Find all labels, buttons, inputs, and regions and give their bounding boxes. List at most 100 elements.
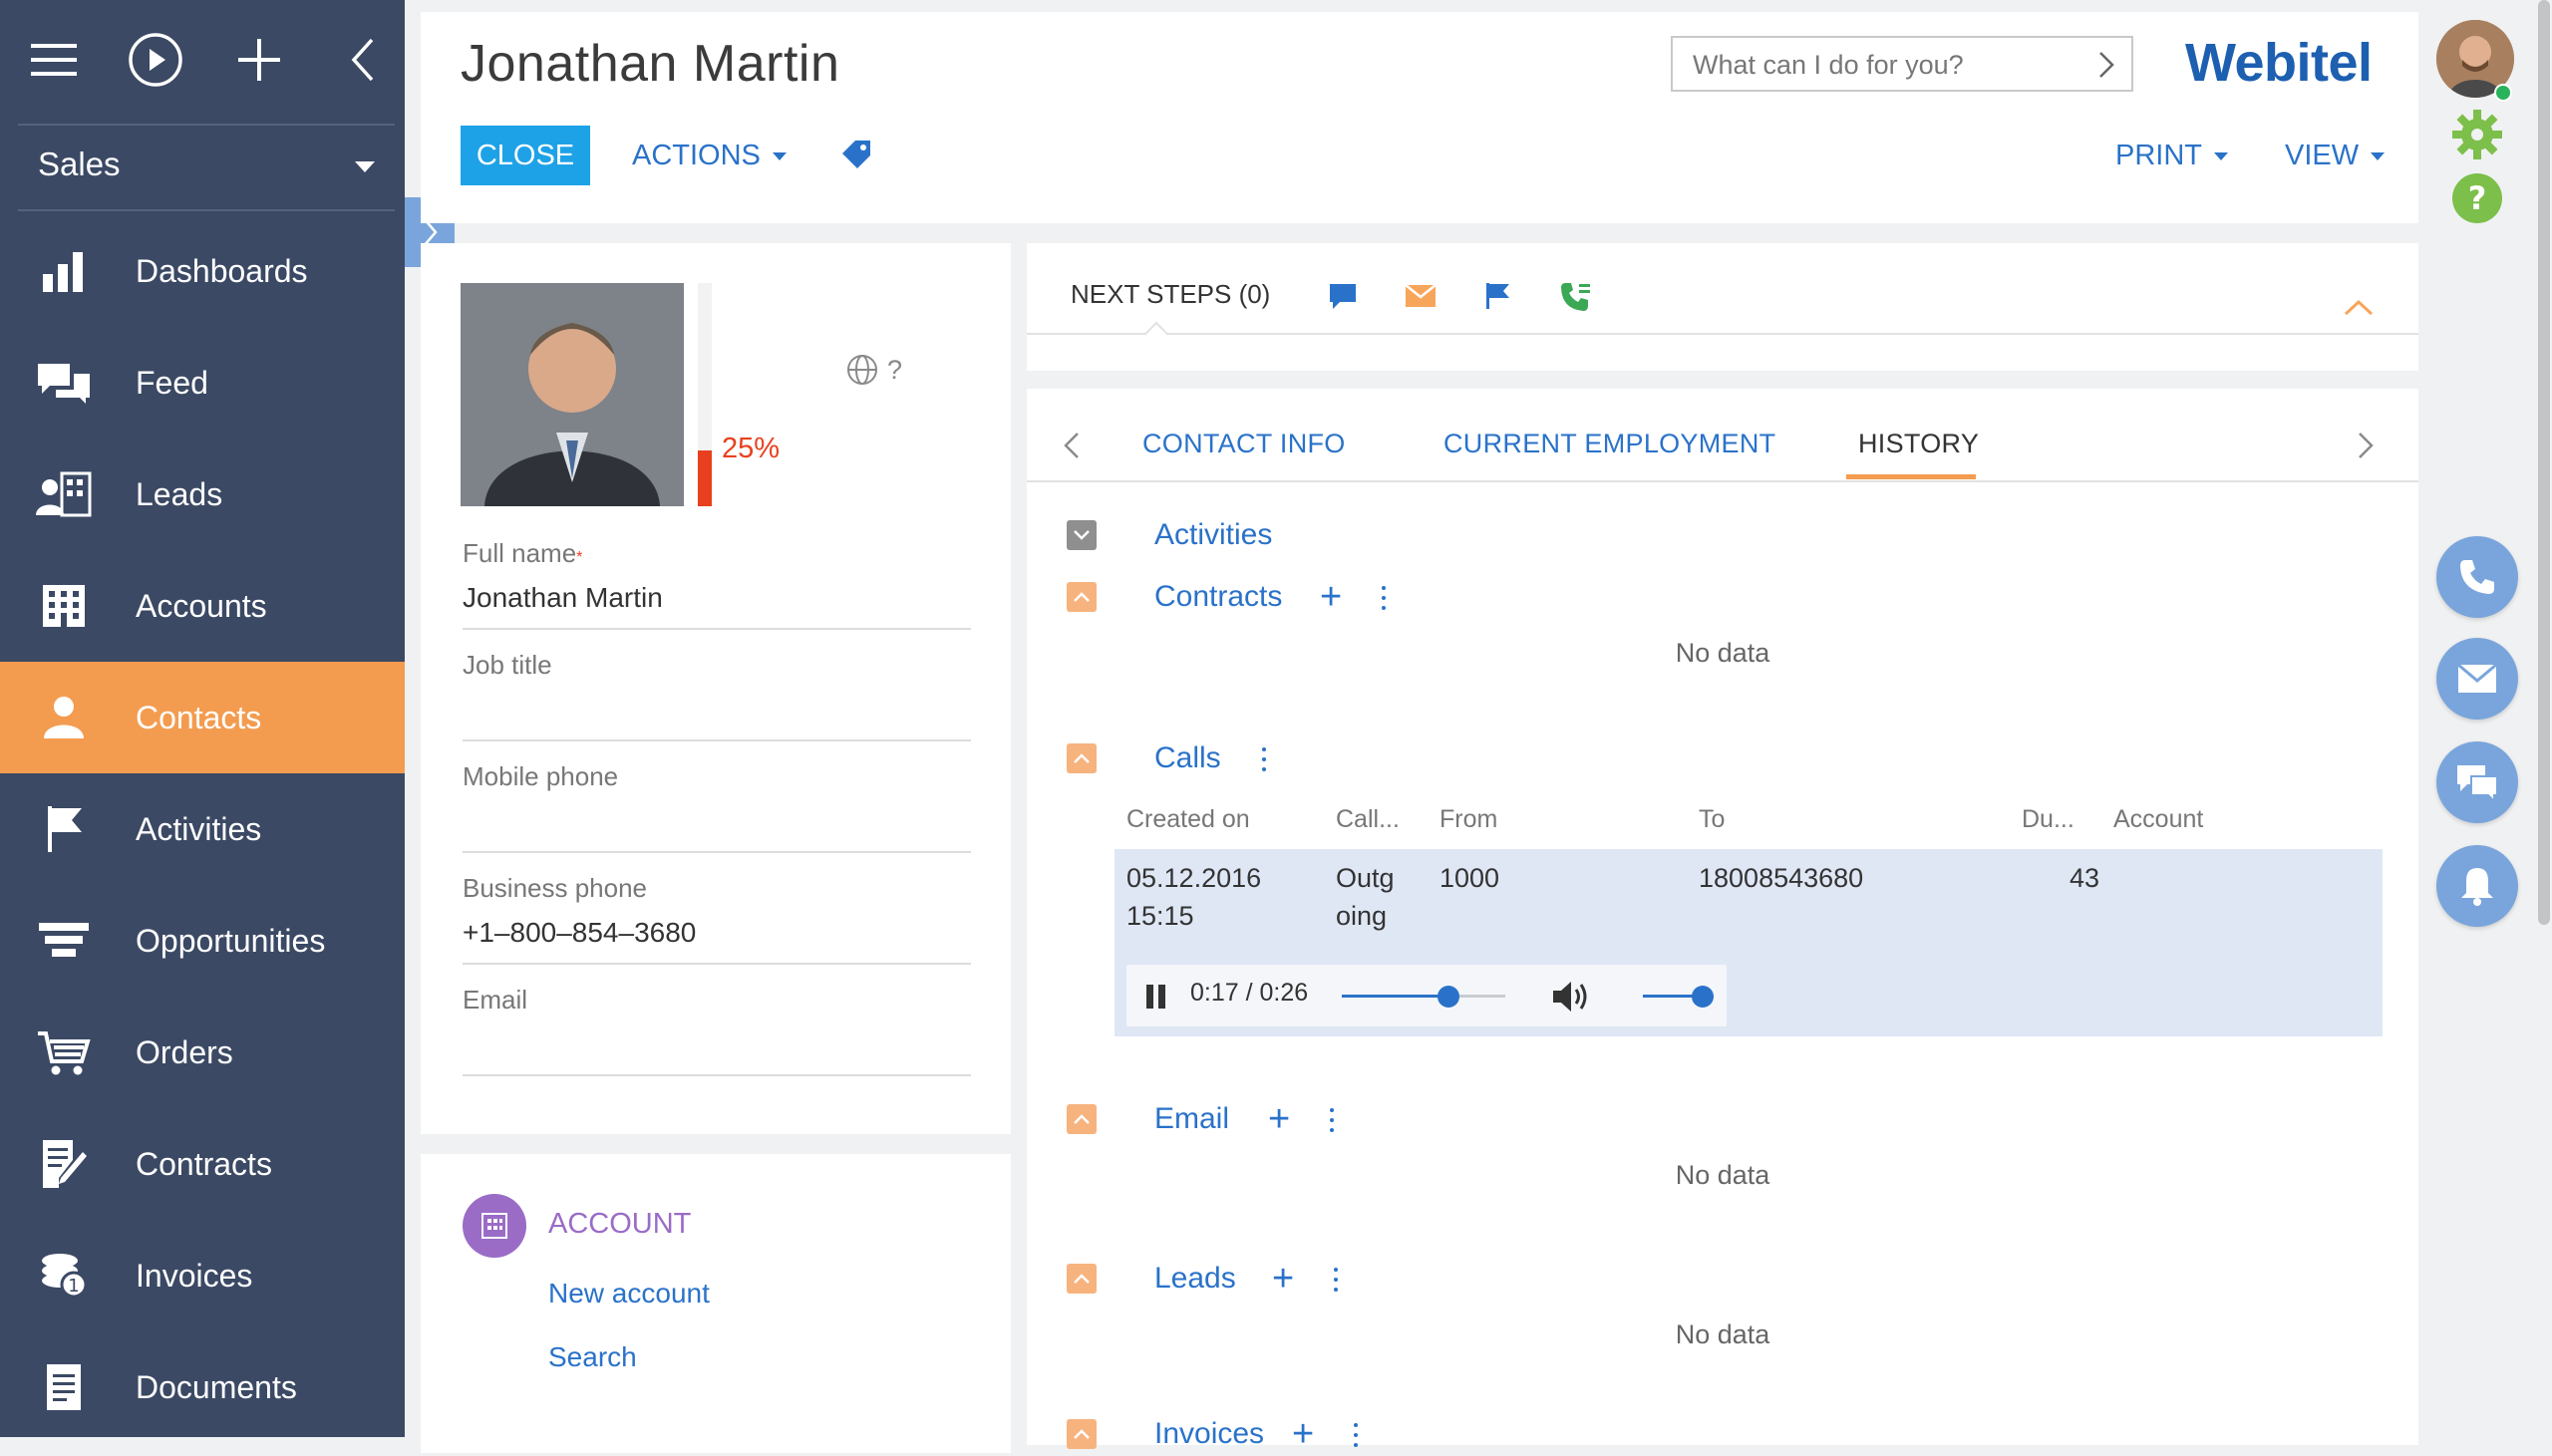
add-flag-icon[interactable]	[1483, 281, 1511, 311]
add-call-icon[interactable]	[1559, 281, 1593, 313]
sidebar-item-orders[interactable]: Orders	[0, 997, 405, 1108]
hamburger-menu-icon[interactable]	[24, 30, 84, 90]
sidebar-item-leads[interactable]: Leads	[0, 438, 405, 550]
email-label: Email	[463, 985, 528, 1015]
command-search-box[interactable]	[1671, 36, 2133, 92]
full-name-field[interactable]: Full name* Jonathan Martin	[463, 538, 971, 630]
collapse-toggle-icon[interactable]	[1067, 743, 1097, 773]
chevron-up-icon[interactable]	[2343, 297, 2375, 317]
collapse-sidebar-icon[interactable]	[333, 30, 393, 90]
tag-icon	[842, 141, 870, 168]
chevron-left-icon[interactable]	[1063, 431, 1081, 460]
next-steps-label[interactable]: NEXT STEPS (0)	[1071, 279, 1270, 310]
sidebar-item-feed[interactable]: Feed	[0, 327, 405, 438]
business-phone-value[interactable]: +1–800–854–3680	[463, 917, 696, 949]
workspace-selector[interactable]: Sales	[0, 128, 405, 207]
calls-title[interactable]: Calls	[1154, 741, 1221, 775]
collapse-toggle-icon[interactable]	[1067, 1104, 1097, 1134]
email-title[interactable]: Email	[1154, 1102, 1229, 1136]
leads-empty-text: No data	[1675, 1319, 1770, 1349]
invoices-menu-icon[interactable]	[1354, 1423, 1360, 1453]
business-phone-field[interactable]: Business phone +1–800–854–3680	[463, 873, 971, 965]
sidebar-item-opportunities[interactable]: Opportunities	[0, 885, 405, 997]
contact-photo[interactable]	[461, 283, 684, 506]
add-task-icon[interactable]	[1328, 281, 1358, 311]
email-field[interactable]: Email	[463, 985, 971, 1076]
add-lead-button[interactable]: +	[1272, 1258, 1294, 1301]
timezone-indicator[interactable]: ?	[845, 353, 902, 387]
mobile-phone-field[interactable]: Mobile phone	[463, 761, 971, 853]
tab-history[interactable]: HISTORY	[1858, 429, 1979, 459]
column-header-from[interactable]: From	[1439, 805, 1497, 834]
collapse-toggle-icon[interactable]	[1067, 1419, 1097, 1449]
calls-menu-icon[interactable]	[1262, 747, 1268, 777]
column-header-created-on[interactable]: Created on	[1126, 805, 1250, 834]
full-name-label: Full name	[463, 538, 577, 568]
volume-icon[interactable]	[1551, 979, 1591, 1015]
tab-current-employment[interactable]: CURRENT EMPLOYMENT	[1443, 429, 1775, 459]
tab-contact-info[interactable]: CONTACT INFO	[1142, 429, 1346, 459]
add-invoice-button[interactable]: +	[1292, 1413, 1314, 1456]
job-title-field[interactable]: Job title	[463, 650, 971, 741]
view-button[interactable]: VIEW	[2285, 140, 2386, 172]
phone-call-button[interactable]	[2436, 536, 2518, 618]
player-seek-handle[interactable]	[1436, 986, 1459, 1008]
process-play-icon[interactable]	[126, 30, 185, 90]
add-icon[interactable]	[229, 30, 289, 90]
sidebar-item-activities[interactable]: Activities	[0, 773, 405, 885]
command-search-input[interactable]	[1691, 48, 2083, 82]
add-contract-button[interactable]: +	[1320, 576, 1342, 619]
column-header-direction[interactable]: Call...	[1336, 805, 1400, 834]
chevron-right-icon[interactable]	[2357, 431, 2375, 460]
column-header-account[interactable]: Account	[2113, 805, 2203, 834]
player-volume-bar[interactable]	[1643, 986, 1714, 1008]
pause-icon[interactable]	[1144, 983, 1168, 1011]
sidebar-item-documents[interactable]: Documents	[0, 1331, 405, 1443]
leads-title[interactable]: Leads	[1154, 1262, 1236, 1296]
notifications-button[interactable]	[2436, 845, 2518, 927]
player-seek-bar[interactable]	[1342, 986, 1505, 1008]
sidebar-item-contracts[interactable]: Contracts	[0, 1108, 405, 1220]
tag-button[interactable]	[841, 138, 873, 169]
sidebar-item-invoices[interactable]: 1 Invoices	[0, 1220, 405, 1331]
new-account-link[interactable]: New account	[548, 1278, 710, 1310]
player-volume-handle[interactable]	[1692, 986, 1714, 1008]
collapse-toggle-icon[interactable]	[1067, 582, 1097, 612]
actions-button[interactable]: ACTIONS	[632, 140, 787, 172]
orders-cart-icon	[36, 1024, 92, 1080]
close-button[interactable]: CLOSE	[461, 126, 590, 185]
sidebar-item-dashboards[interactable]: Dashboards	[0, 215, 405, 327]
email-menu-icon[interactable]	[1330, 1108, 1336, 1138]
settings-gear-icon[interactable]	[2450, 108, 2504, 166]
add-email-icon[interactable]	[1404, 281, 1437, 311]
chevron-right-icon[interactable]	[2097, 50, 2115, 80]
activities-title[interactable]: Activities	[1154, 518, 1272, 552]
column-header-to[interactable]: To	[1699, 805, 1725, 834]
contracts-title[interactable]: Contracts	[1154, 580, 1282, 614]
sidebar-item-label: Invoices	[136, 1257, 253, 1294]
invoices-title[interactable]: Invoices	[1154, 1417, 1264, 1451]
cell-to: 18008543680	[1699, 863, 1864, 893]
brand-logo: Webitel	[2185, 33, 2373, 93]
expand-toggle-icon[interactable]	[1067, 520, 1097, 550]
required-marker: *	[576, 549, 583, 566]
print-button[interactable]: PRINT	[2115, 140, 2228, 172]
page-scrollbar[interactable]	[2538, 0, 2550, 925]
next-steps-panel: NEXT STEPS (0)	[1027, 243, 2418, 371]
collapse-toggle-icon[interactable]	[1067, 1264, 1097, 1294]
add-email-button[interactable]: +	[1268, 1098, 1290, 1141]
sidebar-item-contacts[interactable]: Contacts	[0, 662, 405, 773]
documents-icon	[36, 1359, 92, 1415]
search-account-link[interactable]: Search	[548, 1341, 637, 1373]
help-icon[interactable]: ?	[2450, 171, 2504, 230]
leads-menu-icon[interactable]	[1334, 1268, 1340, 1298]
cell-direction: Outg oing	[1336, 859, 1395, 935]
email-button[interactable]	[2436, 638, 2518, 720]
column-header-duration[interactable]: Du...	[2022, 805, 2074, 834]
sidebar-item-accounts[interactable]: Accounts	[0, 550, 405, 662]
contracts-menu-icon[interactable]	[1382, 586, 1388, 616]
full-name-value[interactable]: Jonathan Martin	[463, 582, 663, 614]
table-row[interactable]: 05.12.2016 15:15 Outg oing 1000 18008543…	[1115, 849, 2383, 1036]
cell-duration: 43	[2069, 863, 2099, 893]
chat-button[interactable]	[2436, 741, 2518, 823]
